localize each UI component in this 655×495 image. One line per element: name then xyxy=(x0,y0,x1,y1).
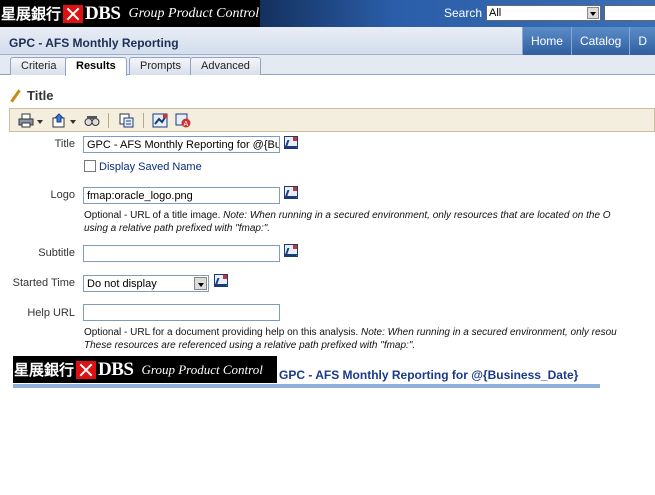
brand-chinese-name: 星展銀行 xyxy=(14,361,75,379)
tab-prompts[interactable]: Prompts xyxy=(129,57,192,75)
pencil-icon xyxy=(9,89,23,103)
print-menu-chevron-icon[interactable] xyxy=(37,120,43,124)
report-header: GPC - AFS Monthly Reporting Home Catalog… xyxy=(0,27,655,55)
print-icon[interactable] xyxy=(18,113,34,128)
report-title: GPC - AFS Monthly Reporting xyxy=(9,36,179,50)
brand-chinese-name: 星展銀行 xyxy=(1,5,62,23)
nav-home[interactable]: Home xyxy=(521,27,571,55)
started-time-label: Started Time xyxy=(12,277,75,289)
brand-dbs: DBS xyxy=(98,358,134,380)
nav-more[interactable]: D xyxy=(629,27,655,55)
display-saved-name-checkbox[interactable] xyxy=(84,160,96,172)
format-text-icon[interactable]: A xyxy=(175,113,191,128)
search-input[interactable] xyxy=(604,5,655,21)
preview-icon[interactable] xyxy=(84,113,100,128)
view-toolbar: A xyxy=(9,108,655,132)
title-label: Title xyxy=(54,138,75,150)
logo-help-text: Optional - URL of a title image. Note: W… xyxy=(84,210,611,234)
chevron-down-icon[interactable] xyxy=(194,277,207,290)
edit-format-icon[interactable] xyxy=(284,186,298,199)
search-label: Search xyxy=(444,6,483,20)
export-menu-chevron-icon[interactable] xyxy=(70,120,76,124)
format-icon[interactable] xyxy=(152,113,168,128)
preview-logo-image: 星展銀行 DBS Group Product Control xyxy=(13,356,277,383)
display-saved-name-label: Display Saved Name xyxy=(99,161,202,173)
toolbar-divider xyxy=(108,113,109,128)
subtitle-input[interactable] xyxy=(83,245,280,262)
logo-input[interactable]: fmap:oracle_logo.png xyxy=(83,187,280,204)
global-nav: Home Catalog D xyxy=(521,27,655,55)
preview-divider xyxy=(13,384,600,388)
svg-text:A: A xyxy=(184,121,189,128)
nav-catalog[interactable]: Catalog xyxy=(570,27,630,55)
title-input[interactable]: GPC - AFS Monthly Reporting for @{Busine… xyxy=(83,136,280,153)
brand-group-product-control: Group Product Control xyxy=(128,5,260,21)
preview-title: GPC - AFS Monthly Reporting for @{Busine… xyxy=(279,368,579,382)
help-url-input[interactable] xyxy=(83,304,280,321)
dbs-x-icon xyxy=(76,360,97,379)
chevron-down-icon[interactable] xyxy=(587,7,599,19)
export-icon[interactable] xyxy=(51,113,67,128)
toolbar-divider xyxy=(143,113,144,128)
edit-format-icon[interactable] xyxy=(214,274,228,287)
brand-dbs: DBS xyxy=(85,2,121,24)
section-title: Title xyxy=(27,88,54,103)
dbs-x-icon xyxy=(63,4,84,23)
tab-bar: Criteria Results Prompts Advanced xyxy=(0,55,655,76)
edit-format-icon[interactable] xyxy=(284,136,298,149)
help-url-label: Help URL xyxy=(27,307,75,319)
brand-group-product-control: Group Product Control xyxy=(141,361,263,377)
section-heading: Title xyxy=(9,88,54,103)
help-url-help-text: Optional - URL for a document providing … xyxy=(84,327,617,351)
brand-logo: 星展銀行 DBS Group Product Control xyxy=(0,0,260,27)
edit-format-icon[interactable] xyxy=(284,244,298,257)
search-scope-select[interactable]: All xyxy=(486,5,601,21)
subtitle-label: Subtitle xyxy=(38,247,75,259)
tab-advanced[interactable]: Advanced xyxy=(190,57,261,75)
started-time-select[interactable]: Do not display xyxy=(83,275,209,292)
logo-label: Logo xyxy=(50,189,75,201)
top-banner: 星展銀行 DBS Group Product Control Search Al… xyxy=(0,0,655,27)
tab-results[interactable]: Results xyxy=(65,57,127,76)
properties-icon[interactable] xyxy=(118,113,134,128)
tab-criteria[interactable]: Criteria xyxy=(10,57,68,75)
